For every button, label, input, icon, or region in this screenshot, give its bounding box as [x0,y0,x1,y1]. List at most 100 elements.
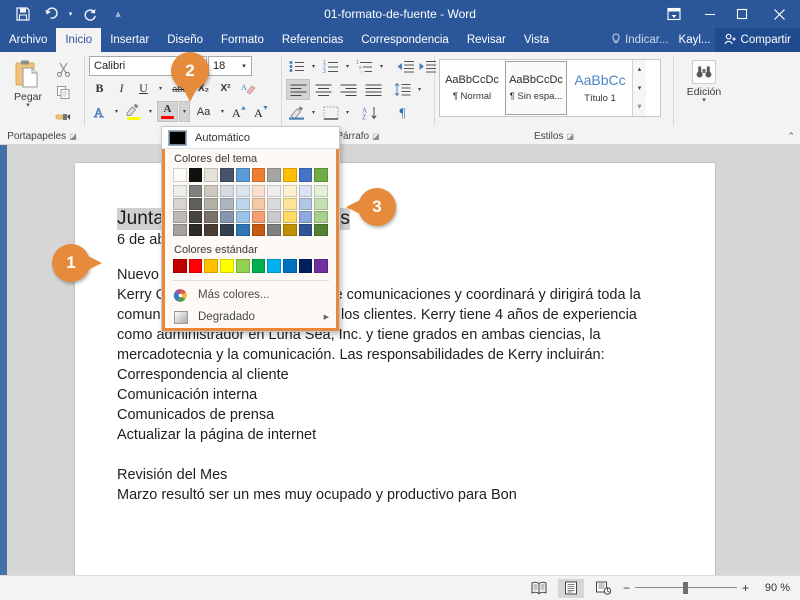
color-swatch[interactable] [267,168,281,182]
color-swatch[interactable] [173,224,187,236]
color-swatch[interactable] [188,211,203,223]
highlight-chevron-down-icon[interactable]: ▾ [145,101,156,122]
style-sin-espaciado[interactable]: AaBbCcDc ¶ Sin espa... [505,61,567,115]
web-layout-icon[interactable] [590,579,616,598]
color-swatch[interactable] [298,211,313,223]
tab-revisar[interactable]: Revisar [458,28,515,52]
color-swatch[interactable] [220,185,234,197]
color-swatch[interactable] [314,211,329,223]
font-color-button[interactable]: A [157,101,178,122]
color-swatch[interactable] [204,198,219,210]
color-swatch[interactable] [314,168,329,182]
editing-dropdown-icon[interactable]: ▾ [702,97,706,104]
font-size-chevron-down-icon[interactable]: ▾ [237,62,251,70]
color-swatch[interactable] [188,168,203,182]
color-swatch[interactable] [220,198,234,210]
color-swatch[interactable] [173,185,187,197]
styles-scroll-down-icon[interactable]: ▾ [633,79,646,97]
color-swatch[interactable] [220,211,234,223]
cut-icon[interactable] [52,59,74,80]
styles-dialog-launcher-icon[interactable]: ◪ [566,132,574,141]
color-swatch[interactable] [282,211,297,223]
clear-formatting-icon[interactable]: A [237,78,258,99]
justify-icon[interactable] [361,79,385,100]
color-swatch[interactable] [251,185,266,197]
more-colors-item[interactable]: Más colores... [165,284,336,306]
color-swatch[interactable] [188,259,203,273]
highlight-color-icon[interactable] [123,101,144,122]
change-case-button[interactable]: Aa [191,101,216,122]
tab-inicio[interactable]: Inicio [56,28,102,52]
read-mode-icon[interactable] [526,579,552,598]
maximize-icon[interactable] [726,0,758,28]
color-swatch[interactable] [298,198,313,210]
color-swatch[interactable] [204,259,219,273]
color-swatch[interactable] [282,185,297,197]
tab-referencias[interactable]: Referencias [273,28,352,52]
italic-button[interactable]: I [111,78,132,99]
change-case-chevron-down-icon[interactable]: ▾ [217,101,228,122]
format-painter-icon[interactable] [52,105,74,126]
minimize-icon[interactable] [694,0,726,28]
grow-font-icon[interactable]: A [229,101,250,122]
print-layout-icon[interactable] [558,578,584,598]
undo-icon[interactable] [38,2,64,26]
color-swatch[interactable] [251,259,266,273]
color-swatch[interactable] [298,259,313,273]
customize-qat-icon[interactable]: ⩓ [105,2,131,26]
bullets-chevron-down-icon[interactable]: ▾ [308,56,319,77]
color-swatch[interactable] [235,168,250,182]
align-left-icon[interactable] [286,79,310,100]
color-swatch[interactable] [188,224,203,236]
tab-vista[interactable]: Vista [515,28,558,52]
shading-icon[interactable] [286,102,307,123]
tab-diseno[interactable]: Diseño [158,28,212,52]
borders-chevron-down-icon[interactable]: ▾ [342,102,353,123]
color-swatch[interactable] [267,198,281,210]
show-formatting-marks-button[interactable]: ¶ [392,102,413,123]
color-swatch[interactable] [173,259,187,273]
text-effects-icon[interactable]: A [89,101,110,122]
decrease-indent-icon[interactable] [395,56,416,77]
undo-dropdown-icon[interactable]: ▾ [66,2,75,26]
color-swatch[interactable] [251,198,266,210]
share-button[interactable]: Compartir [714,28,800,52]
style-normal[interactable]: AaBbCcDc ¶ Normal [441,61,503,115]
color-swatch[interactable] [235,185,250,197]
style-titulo-1[interactable]: AaBbCс Título 1 [569,61,631,115]
color-swatch[interactable] [188,185,203,197]
zoom-slider[interactable]: − + [622,581,750,595]
align-right-icon[interactable] [336,79,360,100]
color-swatch[interactable] [314,198,329,210]
shading-chevron-down-icon[interactable]: ▾ [308,102,319,123]
color-swatch[interactable] [267,185,281,197]
color-swatch[interactable] [204,168,219,182]
close-icon[interactable] [758,0,800,28]
copy-icon[interactable] [52,82,74,103]
sort-icon[interactable]: AZ [360,102,382,123]
color-swatch[interactable] [235,224,250,236]
tab-archivo[interactable]: Archivo [0,28,57,52]
color-swatch[interactable] [188,198,203,210]
multilevel-list-icon[interactable]: 1ai [354,56,375,77]
save-icon[interactable] [10,2,36,26]
align-center-icon[interactable] [311,79,335,100]
color-swatch[interactable] [298,224,313,236]
shrink-font-icon[interactable]: A [251,101,272,122]
color-swatch[interactable] [298,185,313,197]
color-swatch[interactable] [267,224,281,236]
tab-correspondencia[interactable]: Correspondencia [352,28,458,52]
zoom-in-button[interactable]: + [741,581,750,595]
underline-button[interactable]: U [133,78,154,99]
bullets-icon[interactable] [286,56,307,77]
color-swatch[interactable] [235,259,250,273]
zoom-out-button[interactable]: − [622,581,631,595]
bold-button[interactable]: B [89,78,110,99]
gradient-item[interactable]: Degradado ▶ [165,306,336,328]
color-swatch[interactable] [282,198,297,210]
color-swatch[interactable] [314,224,329,236]
zoom-thumb[interactable] [682,582,688,594]
text-effects-chevron-down-icon[interactable]: ▾ [111,101,122,122]
multilevel-chevron-down-icon[interactable]: ▾ [376,56,387,77]
zoom-percentage[interactable]: 90 % [756,582,790,594]
